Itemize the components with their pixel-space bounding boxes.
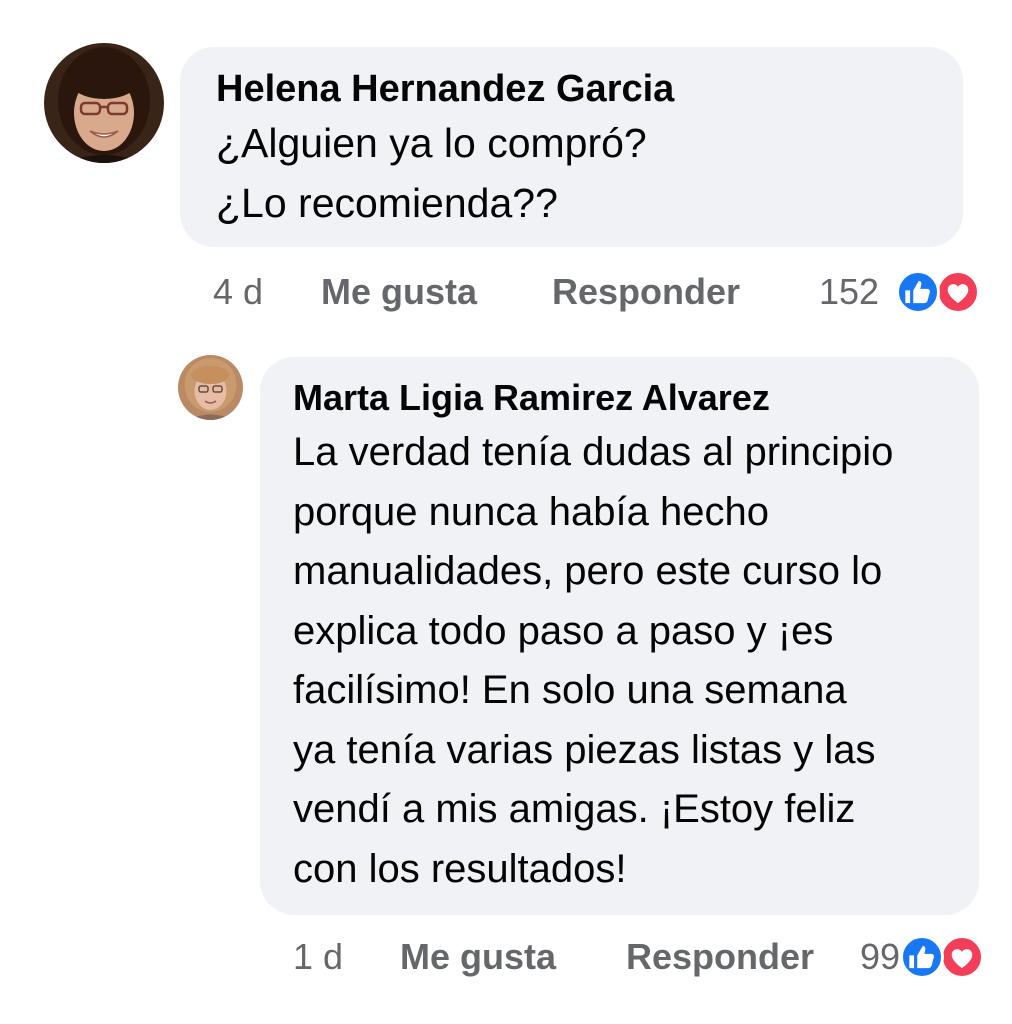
love-icon[interactable] — [936, 270, 980, 314]
comment-bubble: Marta Ligia Ramirez Alvarez La verdad te… — [260, 357, 979, 915]
comment-line: vendí a mis amigas. ¡Estoy feliz — [293, 787, 856, 831]
comment-actions: 1 d Me gusta Responder 99 — [0, 932, 1012, 982]
comment-text: La verdad tenía dudas al principio porqu… — [293, 423, 969, 899]
comment-author[interactable]: Marta Ligia Ramirez Alvarez — [293, 373, 979, 423]
comment-line: ¿Lo recomienda?? — [216, 180, 558, 226]
reaction-count[interactable]: 152 — [819, 267, 879, 317]
like-button[interactable]: Me gusta — [400, 932, 556, 982]
profile-photo — [178, 355, 243, 420]
comment-line: explica todo paso a paso y ¡es — [293, 608, 834, 653]
like-icon[interactable] — [896, 270, 940, 314]
comment-line: porque nunca había hecho — [293, 489, 769, 534]
reaction-count[interactable]: 99 — [860, 932, 900, 982]
comment-bubble: Helena Hernandez Garcia ¿Alguien ya lo c… — [180, 47, 963, 247]
comment-line: ¿Alguien ya lo compró? — [216, 120, 647, 166]
comment-thread: Helena Hernandez Garcia ¿Alguien ya lo c… — [0, 0, 1012, 1024]
comment-line: con los resultados! — [293, 846, 627, 891]
comment-line: ya tenía varias piezas listas y las — [293, 727, 876, 772]
comment-line: La verdad tenía dudas al principio — [293, 430, 894, 474]
avatar[interactable] — [44, 43, 164, 163]
like-button[interactable]: Me gusta — [321, 267, 477, 317]
profile-photo — [44, 43, 164, 163]
comment-timestamp[interactable]: 1 d — [293, 932, 343, 982]
comment-timestamp[interactable]: 4 d — [213, 267, 263, 317]
avatar[interactable] — [178, 355, 243, 420]
love-icon[interactable] — [940, 935, 984, 979]
like-icon[interactable] — [900, 935, 944, 979]
comment-line: facilísimo! En solo una semana — [293, 668, 847, 712]
comment-line: manualidades, pero este curso lo — [293, 549, 883, 593]
comment-text: ¿Alguien ya lo compró? ¿Lo recomienda?? — [216, 113, 963, 233]
reply-button[interactable]: Responder — [552, 267, 740, 317]
reply-button[interactable]: Responder — [626, 932, 814, 982]
comment-actions: 4 d Me gusta Responder 152 — [0, 267, 1012, 317]
comment-author[interactable]: Helena Hernandez Garcia — [216, 65, 963, 113]
